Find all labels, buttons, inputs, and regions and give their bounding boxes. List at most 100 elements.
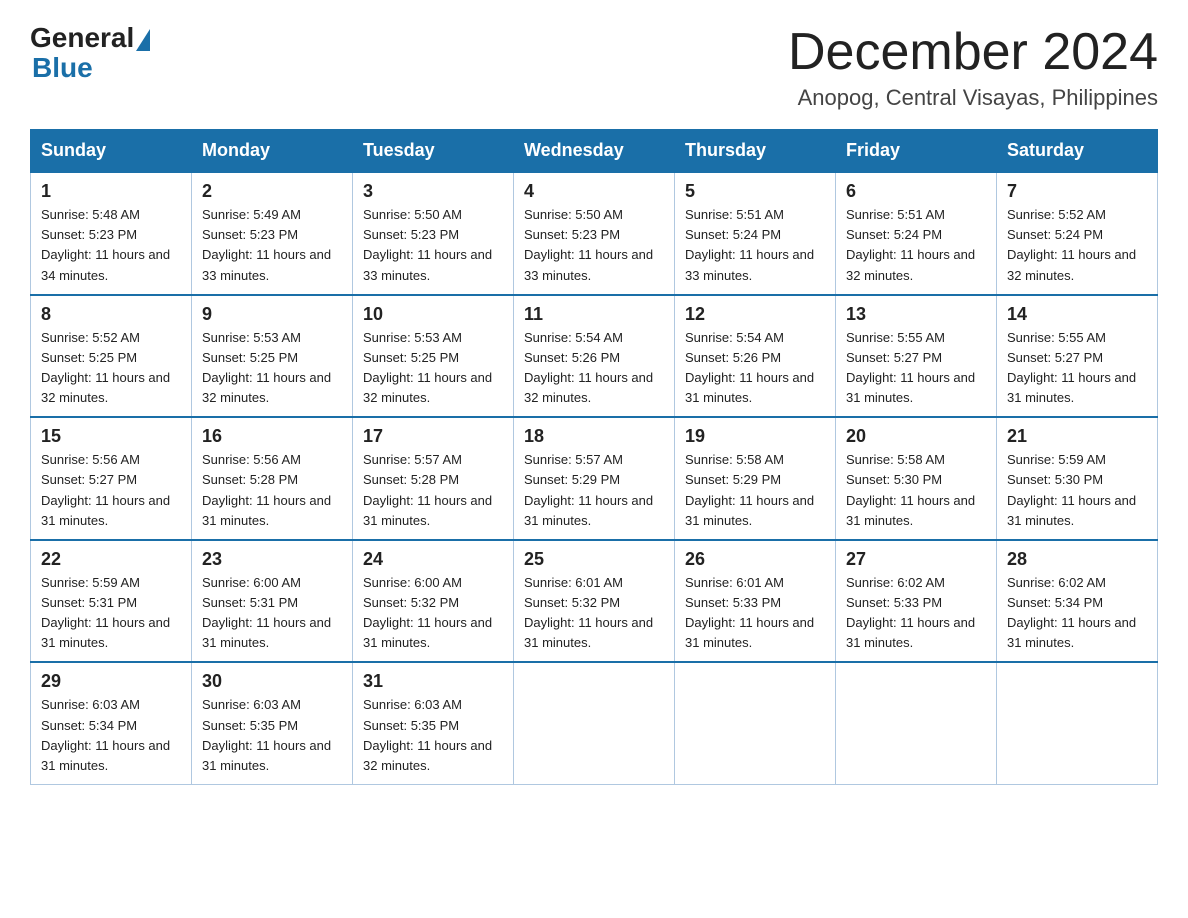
day-number: 27	[846, 549, 986, 570]
day-number: 26	[685, 549, 825, 570]
day-info: Sunrise: 5:52 AMSunset: 5:25 PMDaylight:…	[41, 328, 181, 409]
calendar-cell: 30Sunrise: 6:03 AMSunset: 5:35 PMDayligh…	[192, 662, 353, 784]
day-number: 31	[363, 671, 503, 692]
calendar-cell: 28 Sunrise: 6:02 AMSunset: 5:34 PMDayligh…	[997, 540, 1158, 663]
day-number: 29	[41, 671, 181, 692]
day-info: Sunrise: 5:51 AMSunset: 5:24 PMDaylight:…	[846, 205, 986, 286]
calendar-cell: 4 Sunrise: 5:50 AMSunset: 5:23 PMDaylight…	[514, 172, 675, 295]
week-row-4: 22 Sunrise: 5:59 AMSunset: 5:31 PMDayligh…	[31, 540, 1158, 663]
week-row-1: 1 Sunrise: 5:48 AMSunset: 5:23 PMDaylight…	[31, 172, 1158, 295]
day-number: 19	[685, 426, 825, 447]
page-header: General Blue December 2024 Anopog, Centr…	[30, 24, 1158, 111]
day-number: 9	[202, 304, 342, 325]
day-number: 2	[202, 181, 342, 202]
day-info: Sunrise: 5:55 AMSunset: 5:27 PMDaylight:…	[846, 328, 986, 409]
calendar-cell: 29Sunrise: 6:03 AMSunset: 5:34 PMDayligh…	[31, 662, 192, 784]
column-header-monday: Monday	[192, 130, 353, 173]
day-number: 3	[363, 181, 503, 202]
day-number: 7	[1007, 181, 1147, 202]
day-info: Sunrise: 5:53 AMSunset: 5:25 PMDaylight:…	[363, 328, 503, 409]
logo-general-text: General	[30, 24, 134, 52]
logo: General Blue	[30, 24, 150, 82]
calendar-cell: 24Sunrise: 6:00 AMSunset: 5:32 PMDayligh…	[353, 540, 514, 663]
day-info: Sunrise: 5:51 AMSunset: 5:24 PMDaylight:…	[685, 205, 825, 286]
calendar-cell: 31Sunrise: 6:03 AMSunset: 5:35 PMDayligh…	[353, 662, 514, 784]
title-block: December 2024 Anopog, Central Visayas, P…	[788, 24, 1158, 111]
day-info: Sunrise: 5:59 AMSunset: 5:31 PMDaylight:…	[41, 573, 181, 654]
day-number: 21	[1007, 426, 1147, 447]
calendar-cell: 22 Sunrise: 5:59 AMSunset: 5:31 PMDayligh…	[31, 540, 192, 663]
day-info: Sunrise: 6:00 AMSunset: 5:31 PMDaylight:…	[202, 573, 342, 654]
day-info: Sunrise: 6:01 AMSunset: 5:33 PMDaylight:…	[685, 573, 825, 654]
day-number: 30	[202, 671, 342, 692]
calendar-cell: 19 Sunrise: 5:58 AMSunset: 5:29 PMDayligh…	[675, 417, 836, 540]
day-number: 8	[41, 304, 181, 325]
column-header-tuesday: Tuesday	[353, 130, 514, 173]
calendar-table: SundayMondayTuesdayWednesdayThursdayFrid…	[30, 129, 1158, 785]
month-year-title: December 2024	[788, 24, 1158, 81]
calendar-cell: 21Sunrise: 5:59 AMSunset: 5:30 PMDayligh…	[997, 417, 1158, 540]
day-number: 17	[363, 426, 503, 447]
calendar-cell: 12 Sunrise: 5:54 AMSunset: 5:26 PMDayligh…	[675, 295, 836, 418]
week-row-5: 29Sunrise: 6:03 AMSunset: 5:34 PMDayligh…	[31, 662, 1158, 784]
day-info: Sunrise: 5:55 AMSunset: 5:27 PMDaylight:…	[1007, 328, 1147, 409]
calendar-header-row: SundayMondayTuesdayWednesdayThursdayFrid…	[31, 130, 1158, 173]
day-number: 28	[1007, 549, 1147, 570]
calendar-cell: 23 Sunrise: 6:00 AMSunset: 5:31 PMDayligh…	[192, 540, 353, 663]
day-info: Sunrise: 5:54 AMSunset: 5:26 PMDaylight:…	[685, 328, 825, 409]
calendar-cell: 15 Sunrise: 5:56 AMSunset: 5:27 PMDayligh…	[31, 417, 192, 540]
day-info: Sunrise: 5:57 AMSunset: 5:28 PMDaylight:…	[363, 450, 503, 531]
day-info: Sunrise: 6:00 AMSunset: 5:32 PMDaylight:…	[363, 573, 503, 654]
calendar-cell: 8 Sunrise: 5:52 AMSunset: 5:25 PMDaylight…	[31, 295, 192, 418]
day-number: 5	[685, 181, 825, 202]
day-number: 4	[524, 181, 664, 202]
day-number: 6	[846, 181, 986, 202]
day-number: 25	[524, 549, 664, 570]
calendar-cell: 10 Sunrise: 5:53 AMSunset: 5:25 PMDayligh…	[353, 295, 514, 418]
day-info: Sunrise: 6:01 AMSunset: 5:32 PMDaylight:…	[524, 573, 664, 654]
calendar-cell: 3 Sunrise: 5:50 AMSunset: 5:23 PMDaylight…	[353, 172, 514, 295]
day-info: Sunrise: 5:49 AMSunset: 5:23 PMDaylight:…	[202, 205, 342, 286]
week-row-3: 15 Sunrise: 5:56 AMSunset: 5:27 PMDayligh…	[31, 417, 1158, 540]
day-number: 22	[41, 549, 181, 570]
calendar-cell: 17 Sunrise: 5:57 AMSunset: 5:28 PMDayligh…	[353, 417, 514, 540]
calendar-cell: 26 Sunrise: 6:01 AMSunset: 5:33 PMDayligh…	[675, 540, 836, 663]
day-info: Sunrise: 6:02 AMSunset: 5:34 PMDaylight:…	[1007, 573, 1147, 654]
calendar-cell: 16Sunrise: 5:56 AMSunset: 5:28 PMDayligh…	[192, 417, 353, 540]
day-info: Sunrise: 5:54 AMSunset: 5:26 PMDaylight:…	[524, 328, 664, 409]
day-number: 1	[41, 181, 181, 202]
calendar-cell: 18 Sunrise: 5:57 AMSunset: 5:29 PMDayligh…	[514, 417, 675, 540]
day-info: Sunrise: 5:58 AMSunset: 5:30 PMDaylight:…	[846, 450, 986, 531]
logo-arrow-icon	[136, 29, 150, 51]
day-info: Sunrise: 5:58 AMSunset: 5:29 PMDaylight:…	[685, 450, 825, 531]
day-info: Sunrise: 5:50 AMSunset: 5:23 PMDaylight:…	[363, 205, 503, 286]
day-info: Sunrise: 5:48 AMSunset: 5:23 PMDaylight:…	[41, 205, 181, 286]
day-number: 11	[524, 304, 664, 325]
day-number: 13	[846, 304, 986, 325]
day-number: 14	[1007, 304, 1147, 325]
day-info: Sunrise: 5:52 AMSunset: 5:24 PMDaylight:…	[1007, 205, 1147, 286]
calendar-cell: 14 Sunrise: 5:55 AMSunset: 5:27 PMDayligh…	[997, 295, 1158, 418]
day-number: 10	[363, 304, 503, 325]
calendar-cell: 7 Sunrise: 5:52 AMSunset: 5:24 PMDaylight…	[997, 172, 1158, 295]
day-number: 16	[202, 426, 342, 447]
column-header-wednesday: Wednesday	[514, 130, 675, 173]
week-row-2: 8 Sunrise: 5:52 AMSunset: 5:25 PMDaylight…	[31, 295, 1158, 418]
column-header-saturday: Saturday	[997, 130, 1158, 173]
column-header-friday: Friday	[836, 130, 997, 173]
day-info: Sunrise: 5:56 AMSunset: 5:27 PMDaylight:…	[41, 450, 181, 531]
calendar-cell: 27Sunrise: 6:02 AMSunset: 5:33 PMDayligh…	[836, 540, 997, 663]
calendar-cell: 13 Sunrise: 5:55 AMSunset: 5:27 PMDayligh…	[836, 295, 997, 418]
day-info: Sunrise: 5:57 AMSunset: 5:29 PMDaylight:…	[524, 450, 664, 531]
location-subtitle: Anopog, Central Visayas, Philippines	[788, 85, 1158, 111]
logo-blue-text: Blue	[30, 54, 93, 82]
day-info: Sunrise: 5:50 AMSunset: 5:23 PMDaylight:…	[524, 205, 664, 286]
day-info: Sunrise: 5:53 AMSunset: 5:25 PMDaylight:…	[202, 328, 342, 409]
day-number: 12	[685, 304, 825, 325]
day-number: 18	[524, 426, 664, 447]
calendar-cell	[675, 662, 836, 784]
day-number: 15	[41, 426, 181, 447]
calendar-cell: 11 Sunrise: 5:54 AMSunset: 5:26 PMDayligh…	[514, 295, 675, 418]
day-number: 23	[202, 549, 342, 570]
calendar-cell: 25 Sunrise: 6:01 AMSunset: 5:32 PMDayligh…	[514, 540, 675, 663]
